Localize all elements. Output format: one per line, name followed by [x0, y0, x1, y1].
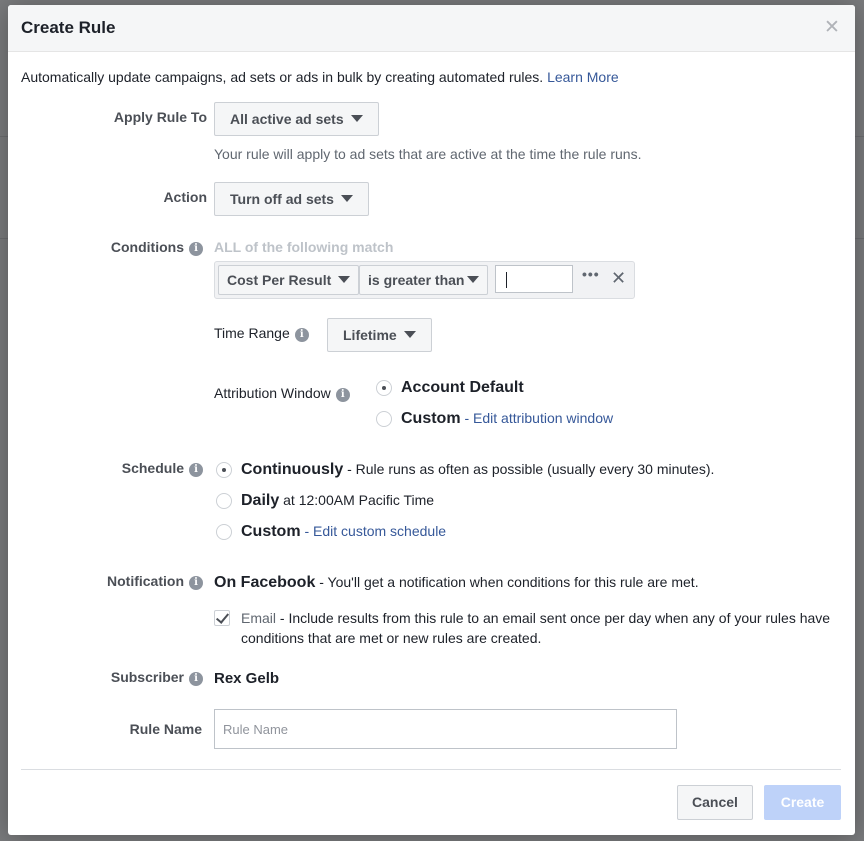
schedule-daily-desc: at 12:00AM Pacific Time [279, 492, 435, 508]
time-range-label-text: Time Range [214, 325, 290, 341]
schedule-custom-separator: - [300, 523, 314, 539]
time-range-label: Time Range i [214, 325, 309, 342]
email-label: Email [241, 610, 277, 626]
rule-name-input[interactable] [214, 709, 677, 749]
rule-name-label: Rule Name [129, 721, 202, 737]
conditions-label-text: Conditions [110, 239, 184, 255]
conditions-match-heading: ALL of the following match [214, 239, 394, 255]
dialog-title: Create Rule [21, 18, 116, 37]
condition-row: Cost Per Result is greater than ••• ✕ [214, 261, 635, 299]
schedule-custom-label: Custom [241, 523, 301, 540]
schedule-daily-option[interactable]: Daily at 12:00AM Pacific Time [241, 492, 434, 510]
conditions-label: Conditions i [111, 239, 203, 256]
schedule-label-text: Schedule [121, 460, 184, 476]
attribution-default-option[interactable]: Account Default [401, 379, 524, 397]
more-options-icon[interactable]: ••• [582, 266, 600, 282]
schedule-continuously-option[interactable]: Continuously - Rule runs as often as pos… [241, 461, 714, 479]
condition-metric-value: Cost Per Result [227, 272, 332, 288]
info-icon[interactable]: i [189, 463, 203, 477]
attribution-window-label: Attribution Window i [214, 385, 350, 402]
subscriber-label: Subscriber i [111, 669, 203, 686]
cancel-button[interactable]: Cancel [677, 785, 753, 820]
condition-metric-dropdown[interactable]: Cost Per Result [218, 265, 360, 295]
intro-description: Automatically update campaigns, ad sets … [21, 69, 548, 85]
caret-down-icon [403, 331, 416, 338]
email-checkbox[interactable] [214, 610, 230, 626]
info-icon[interactable]: i [189, 242, 203, 256]
action-value: Turn off ad sets [230, 191, 334, 207]
email-desc: - Include results from this rule to an e… [241, 610, 831, 646]
time-range-dropdown[interactable]: Lifetime [327, 318, 432, 352]
create-rule-dialog: Create Rule ✕ Automatically update campa… [8, 5, 855, 835]
condition-operator-value: is greater than [368, 272, 465, 288]
remove-condition-icon[interactable]: ✕ [611, 266, 626, 290]
close-icon[interactable]: ✕ [822, 18, 842, 38]
dialog-header: Create Rule ✕ [8, 5, 855, 52]
caret-down-icon [350, 115, 363, 122]
schedule-daily-radio[interactable] [216, 493, 232, 509]
apply-rule-to-value: All active ad sets [230, 111, 344, 127]
schedule-custom-option[interactable]: Custom - Edit custom schedule [241, 523, 446, 541]
edit-custom-schedule-link[interactable]: Edit custom schedule [313, 523, 446, 539]
time-range-value: Lifetime [343, 327, 397, 343]
subscriber-name-text: Rex Gelb [214, 670, 280, 687]
action-dropdown[interactable]: Turn off ad sets [214, 182, 369, 216]
schedule-continuously-label: Continuously [241, 461, 344, 478]
caret-down-icon [338, 276, 351, 283]
info-icon[interactable]: i [189, 576, 203, 590]
schedule-custom-radio[interactable] [216, 524, 232, 540]
attribution-custom-radio[interactable] [376, 411, 392, 427]
email-option-text: Email - Include results from this rule t… [241, 608, 831, 648]
subscriber-name: Rex Gelb [214, 670, 279, 687]
schedule-continuously-desc: - Rule runs as often as possible (usuall… [343, 461, 715, 477]
subscriber-label-text: Subscriber [110, 669, 184, 685]
info-icon[interactable]: i [335, 388, 350, 402]
footer-divider [21, 769, 841, 770]
on-facebook-desc: - You'll get a notification when conditi… [315, 574, 699, 590]
intro-text: Automatically update campaigns, ad sets … [21, 69, 619, 85]
learn-more-link[interactable]: Learn More [547, 69, 619, 85]
create-button[interactable]: Create [764, 785, 841, 820]
info-icon[interactable]: i [189, 672, 203, 686]
attribution-custom-separator: - [460, 410, 474, 426]
apply-rule-to-label: Apply Rule To [113, 109, 207, 125]
info-icon[interactable]: i [294, 328, 309, 342]
text-cursor [506, 272, 507, 288]
attribution-default-radio[interactable] [376, 380, 392, 396]
apply-rule-to-dropdown[interactable]: All active ad sets [214, 102, 379, 136]
schedule-continuously-radio[interactable] [216, 462, 232, 478]
notification-label-text: Notification [107, 573, 184, 589]
condition-value-input[interactable] [495, 265, 573, 293]
schedule-label: Schedule i [122, 460, 203, 477]
caret-down-icon [340, 195, 353, 202]
caret-down-icon [467, 276, 480, 283]
condition-operator-dropdown[interactable]: is greater than [359, 265, 489, 295]
schedule-daily-label: Daily [241, 492, 280, 509]
attribution-custom-option[interactable]: Custom - Edit attribution window [401, 410, 613, 428]
attribution-custom-label: Custom [401, 410, 461, 427]
on-facebook-label: On Facebook [214, 574, 316, 591]
notification-label: Notification i [107, 573, 203, 590]
apply-rule-to-hint: Your rule will apply to ad sets that are… [214, 146, 642, 162]
attribution-default-label: Account Default [401, 379, 524, 396]
edit-attribution-window-link[interactable]: Edit attribution window [473, 410, 613, 426]
attribution-window-label-text: Attribution Window [214, 385, 331, 401]
notification-on-facebook: On Facebook - You'll get a notification … [214, 574, 699, 592]
action-label: Action [163, 189, 207, 205]
